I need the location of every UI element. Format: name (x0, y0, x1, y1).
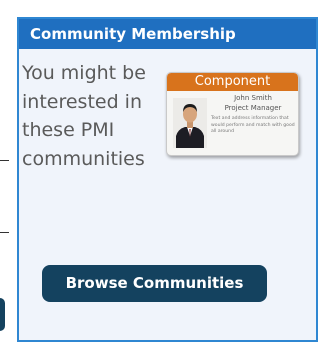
card-banner: Component (167, 73, 298, 91)
card-description: Text and address information that would … (211, 116, 295, 134)
widget-body-text: You might be interested in these PMI com… (22, 62, 146, 170)
divider (0, 160, 9, 161)
person-photo (173, 98, 207, 148)
widget-title: Community Membership (19, 19, 316, 49)
divider (0, 232, 9, 233)
adjacent-button-edge[interactable] (0, 298, 5, 331)
page: Community Membership You might be intere… (0, 0, 321, 347)
browse-communities-button[interactable]: Browse Communities (42, 265, 267, 302)
card-name: John Smith (234, 94, 272, 102)
card-role: Project Manager (224, 104, 282, 112)
community-membership-widget: Community Membership You might be intere… (17, 17, 318, 342)
component-card-image: Component John Smith Project Manager Tex… (166, 72, 299, 156)
